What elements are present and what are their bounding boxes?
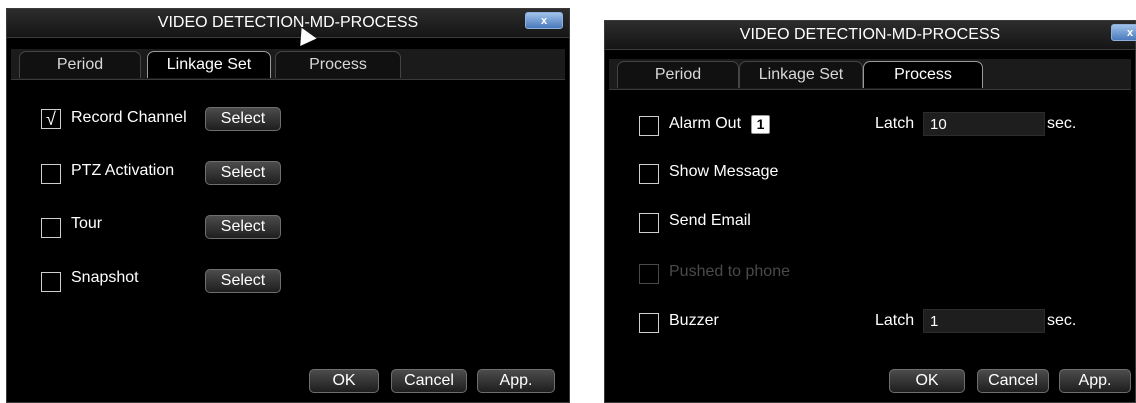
tab-linkage-set[interactable]: Linkage Set (147, 51, 271, 78)
snapshot-select-button[interactable]: Select (205, 269, 281, 293)
tour-select-button[interactable]: Select (205, 215, 281, 239)
tab-process[interactable]: Process (275, 51, 401, 78)
buzzer-latch-label: Latch (875, 312, 915, 329)
video-detection-dialog-process: VIDEO DETECTION-MD-PROCESS x Period Link… (604, 20, 1136, 403)
tab-period[interactable]: Period (617, 61, 739, 88)
tab-bar: Period Linkage Set Process (609, 59, 1131, 90)
send-email-label: Send Email (669, 212, 751, 229)
buzzer-label: Buzzer (669, 312, 719, 329)
dialog-title: VIDEO DETECTION-MD-PROCESS (157, 14, 419, 31)
cancel-button[interactable]: Cancel (977, 369, 1049, 393)
checkmark-icon: √ (46, 109, 56, 129)
send-email-checkbox[interactable] (639, 213, 659, 233)
alarm-out-checkbox[interactable] (639, 116, 659, 136)
close-icon: x (1126, 27, 1134, 39)
alarm-out-latch-label: Latch (875, 115, 915, 132)
cancel-button[interactable]: Cancel (391, 369, 467, 393)
close-icon: x (540, 15, 548, 27)
alarm-out-latch-unit: sec. (1047, 115, 1077, 132)
video-detection-dialog-linkage: VIDEO DETECTION-MD-PROCESS x Period Link… (6, 8, 570, 403)
alarm-out-channel-box[interactable]: 1 (751, 115, 770, 134)
ptz-activation-select-button[interactable]: Select (205, 161, 281, 185)
ptz-activation-checkbox[interactable] (41, 164, 61, 184)
apply-button[interactable]: App. (477, 369, 555, 393)
snapshot-label: Snapshot (71, 269, 139, 286)
alarm-out-label: Alarm Out (669, 115, 742, 132)
pushed-to-phone-label: Pushed to phone (669, 263, 790, 280)
tour-label: Tour (71, 215, 103, 232)
close-button[interactable]: x (525, 12, 563, 29)
apply-button[interactable]: App. (1059, 369, 1131, 393)
record-channel-checkbox[interactable]: √ (41, 109, 61, 129)
buzzer-latch-unit: sec. (1047, 312, 1077, 329)
tab-bar: Period Linkage Set Process (11, 49, 565, 80)
show-message-label: Show Message (669, 163, 779, 180)
snapshot-checkbox[interactable] (41, 272, 61, 292)
close-button[interactable]: x (1111, 24, 1136, 41)
tab-process[interactable]: Process (863, 61, 983, 88)
ptz-activation-label: PTZ Activation (71, 162, 175, 179)
buzzer-checkbox[interactable] (639, 313, 659, 333)
dialog-titlebar: VIDEO DETECTION-MD-PROCESS (605, 21, 1135, 50)
record-channel-select-button[interactable]: Select (205, 107, 281, 131)
ok-button[interactable]: OK (889, 369, 965, 393)
buzzer-latch-input[interactable] (923, 309, 1045, 333)
dialog-title: VIDEO DETECTION-MD-PROCESS (739, 26, 1001, 43)
alarm-out-latch-input[interactable] (923, 112, 1045, 136)
tab-period[interactable]: Period (19, 51, 141, 78)
dialog-titlebar: VIDEO DETECTION-MD-PROCESS (7, 9, 569, 38)
pushed-to-phone-checkbox (639, 264, 659, 284)
record-channel-label: Record Channel (71, 109, 187, 126)
ok-button[interactable]: OK (309, 369, 379, 393)
show-message-checkbox[interactable] (639, 164, 659, 184)
tour-checkbox[interactable] (41, 218, 61, 238)
tab-linkage-set[interactable]: Linkage Set (739, 61, 863, 88)
